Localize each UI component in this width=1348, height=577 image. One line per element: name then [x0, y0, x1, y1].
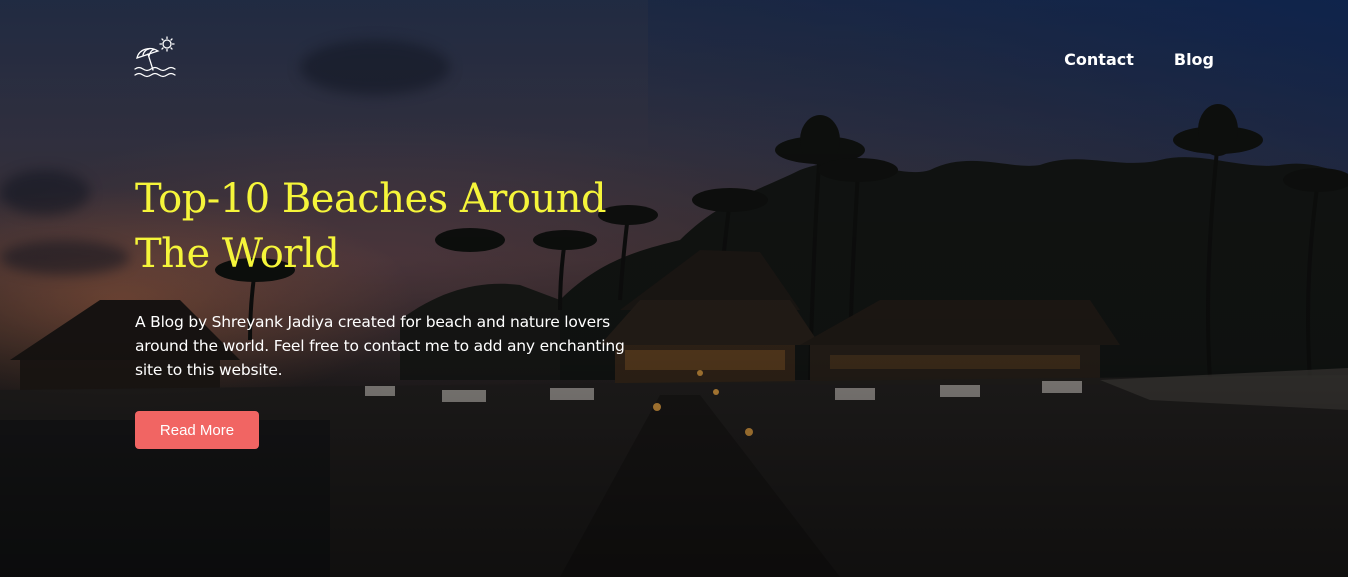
- hero-section: Contact Blog Top-10 Beaches Around The W…: [0, 0, 1348, 577]
- nav-blog-link[interactable]: Blog: [1174, 49, 1214, 71]
- beach-umbrella-sun-waves-icon[interactable]: [134, 36, 178, 78]
- hero-title: Top-10 Beaches Around The World: [135, 176, 607, 277]
- dark-overlay: [0, 0, 1348, 577]
- main-nav: Contact Blog: [1064, 49, 1214, 71]
- hero-description: A Blog by Shreyank Jadiya created for be…: [135, 313, 625, 379]
- nav-contact-link[interactable]: Contact: [1064, 49, 1134, 71]
- read-more-button[interactable]: Read More: [135, 411, 259, 449]
